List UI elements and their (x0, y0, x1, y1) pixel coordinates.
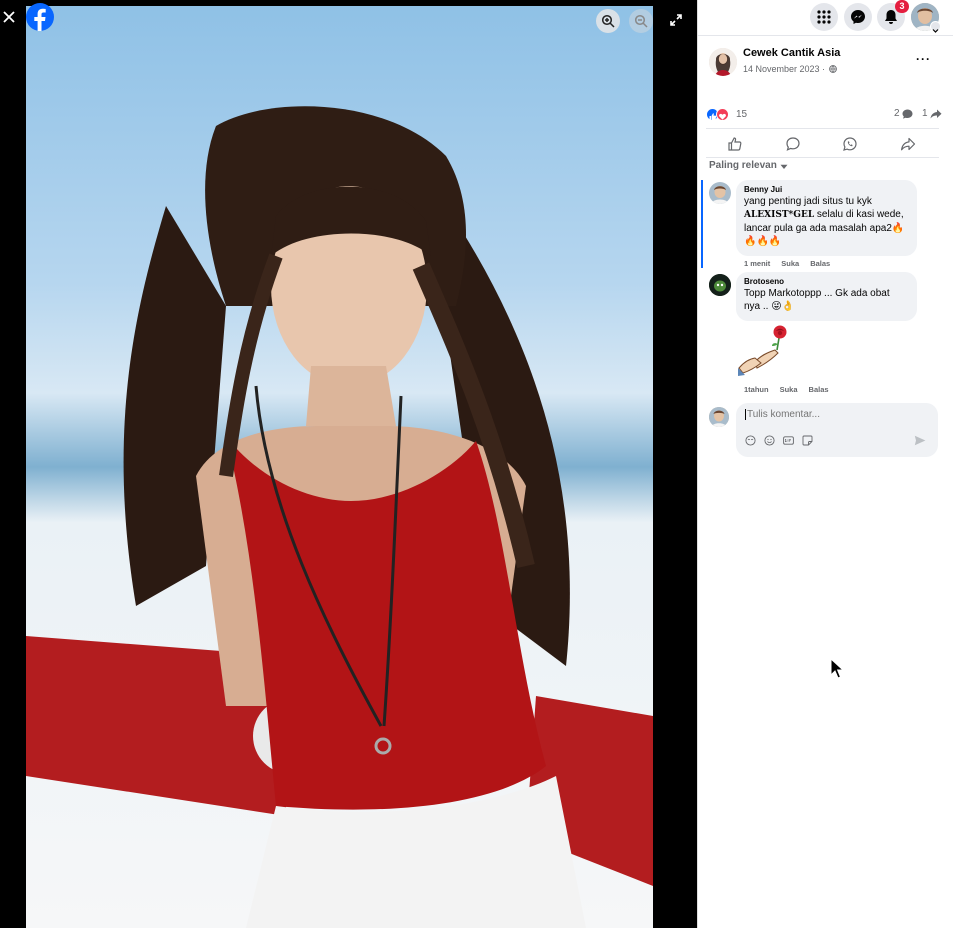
top-navigation: 3 (698, 0, 953, 36)
comment-button[interactable] (785, 136, 801, 152)
composer-avatar[interactable] (709, 407, 729, 427)
share-count-icon (930, 109, 942, 119)
comment-composer (736, 403, 938, 457)
sticker-icon[interactable] (802, 435, 813, 446)
fullscreen-button[interactable] (669, 13, 683, 27)
messenger-icon (851, 10, 865, 24)
avatar-sticker-icon[interactable] (745, 435, 756, 446)
messenger-button[interactable] (844, 3, 872, 31)
fullscreen-icon (670, 14, 682, 26)
comment-sort-dropdown[interactable]: Paling relevan (709, 160, 777, 171)
comment-text-bold: ALEXIST*GEL (744, 210, 815, 220)
comment-text-line: nya .. 😜👌 (744, 301, 795, 312)
send-icon[interactable] (914, 435, 926, 446)
share-icon (901, 137, 916, 151)
share-button[interactable] (900, 136, 916, 152)
post-panel: 3 Cewek Cantik Asia 14 November 2023 · ·… (697, 0, 953, 928)
zoom-out-button[interactable] (629, 9, 653, 33)
zoom-in-button[interactable] (596, 9, 620, 33)
love-reaction-icon[interactable] (716, 108, 729, 121)
share-count[interactable]: 1 (922, 108, 928, 119)
like-icon (728, 137, 742, 151)
post-photo (26, 6, 653, 928)
comment-reply-link[interactable]: Balas (809, 385, 829, 394)
menu-button[interactable] (810, 3, 838, 31)
close-viewer-button[interactable] (1, 9, 17, 25)
comment-text-line: yang penting jadi situs tu kyk (744, 196, 872, 207)
comment-text-line: 🔥🔥🔥 (744, 236, 782, 247)
comment-icon (786, 137, 800, 151)
comment-reply-link[interactable]: Balas (810, 259, 830, 268)
reaction-summary: 15 2 1 (706, 106, 942, 124)
page-avatar[interactable] (709, 48, 737, 76)
post-date[interactable]: 14 November 2023 · (743, 64, 825, 74)
grid-menu-icon (817, 10, 831, 24)
commenter-name[interactable]: Brotoseno (744, 277, 909, 286)
commenter-avatar[interactable] (709, 182, 731, 204)
commenter-avatar[interactable] (709, 274, 731, 296)
facebook-logo-icon[interactable] (26, 3, 54, 32)
whatsapp-icon (843, 137, 857, 151)
active-thread-indicator (701, 180, 703, 268)
comment-time[interactable]: 1 menit (744, 259, 770, 268)
comment-text-line: selalu di kasi wede, (814, 209, 904, 220)
whatsapp-share-button[interactable] (842, 136, 858, 152)
globe-icon (829, 65, 837, 73)
close-icon (3, 11, 15, 23)
emoji-icon[interactable] (764, 435, 775, 446)
comment-text: Topp Markotoppp ... Gk ada obat nya .. 😜👌 (744, 287, 909, 313)
comment-bubble: Brotoseno Topp Markotoppp ... Gk ada oba… (736, 272, 917, 321)
chevron-down-icon (932, 29, 939, 33)
rose-hand-sticker (738, 325, 787, 376)
reaction-count[interactable]: 15 (736, 109, 747, 120)
comment-text-line: lancar pula ga ada masalah apa2🔥 (744, 223, 905, 234)
account-menu-caret[interactable] (930, 21, 941, 33)
comment-time[interactable]: 1tahun (744, 385, 769, 394)
comment-like-link[interactable]: Suka (780, 385, 798, 394)
comment-text: yang penting jadi situs tu kyk ALEXIST*GE… (744, 195, 909, 248)
comment-bubble: Benny Jui yang penting jadi situs tu kyk… (736, 180, 917, 256)
mouse-cursor-icon (830, 658, 844, 679)
gif-icon[interactable] (783, 435, 794, 446)
comment-count-icon (902, 109, 913, 119)
comment-like-link[interactable]: Suka (781, 259, 799, 268)
notification-count-badge: 3 (895, 0, 909, 13)
comment-text-line: Topp Markotoppp ... Gk ada obat (744, 288, 890, 299)
comment-meta: 1tahun Suka Balas (744, 385, 840, 394)
bell-icon (885, 10, 897, 24)
zoom-in-icon (601, 14, 615, 28)
caret-down-icon[interactable] (780, 164, 788, 170)
photo-viewer (0, 0, 697, 928)
zoom-out-icon (634, 14, 648, 28)
comment-count[interactable]: 2 (894, 108, 900, 119)
like-button[interactable] (727, 136, 743, 152)
comment-meta: 1 menit Suka Balas (744, 259, 841, 268)
more-options-button[interactable]: ··· (916, 52, 931, 66)
commenter-name[interactable]: Benny Jui (744, 185, 909, 194)
post-actions (706, 128, 939, 158)
comment-input[interactable] (745, 409, 925, 420)
page-name-link[interactable]: Cewek Cantik Asia (743, 47, 840, 59)
